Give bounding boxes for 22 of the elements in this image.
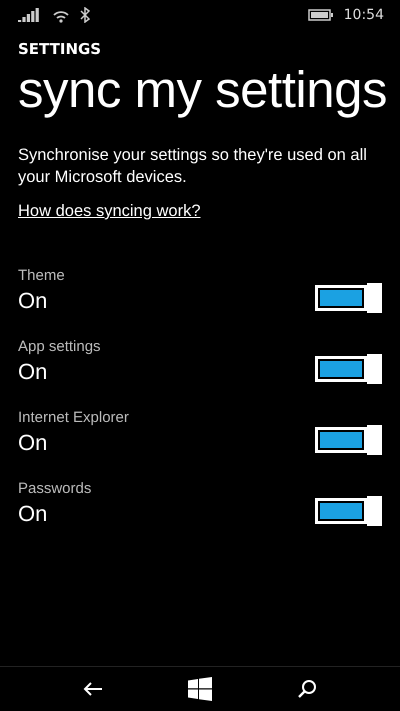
toggle-switch[interactable] [315, 354, 382, 384]
setting-label: Internet Explorer [18, 409, 130, 426]
section-label: SETTINGS [18, 40, 102, 58]
search-icon [297, 679, 318, 699]
setting-value: On [18, 288, 48, 314]
back-arrow-icon [82, 681, 103, 697]
toggle-switch[interactable] [315, 282, 382, 312]
setting-label: Theme [18, 267, 66, 284]
battery-icon [308, 9, 334, 21]
toggle-switch[interactable] [315, 424, 382, 454]
help-link[interactable]: How does syncing work? [18, 202, 200, 221]
setting-value: On [18, 501, 48, 527]
description-text: Synchronise your settings so they're used on all your Microsoft devices. [18, 145, 368, 188]
setting-value: On [18, 359, 48, 385]
signal-icon [18, 8, 40, 22]
setting-label: Passwords [18, 480, 92, 497]
toggle-switch[interactable] [315, 496, 382, 526]
status-time: 10:54 [344, 7, 384, 23]
bluetooth-icon [80, 7, 90, 23]
setting-label: App settings [18, 338, 102, 355]
windows-icon [188, 677, 212, 701]
setting-value: On [18, 430, 48, 456]
